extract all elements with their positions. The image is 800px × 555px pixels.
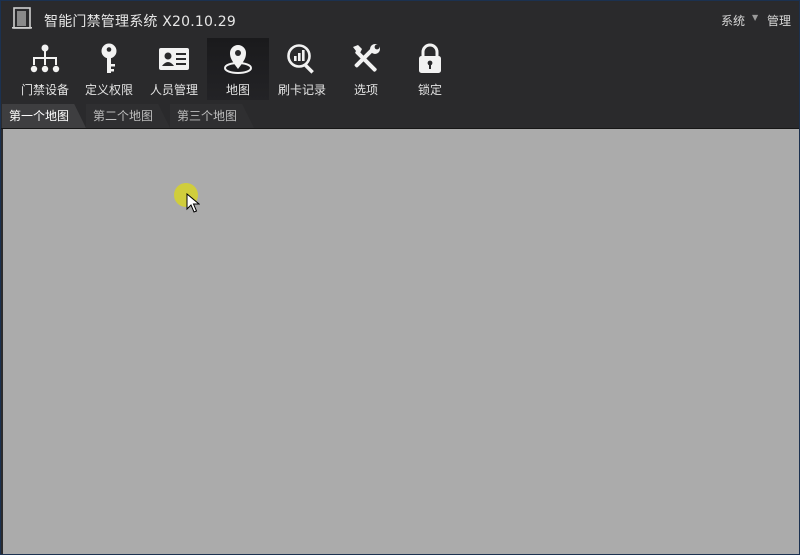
- chevron-down-icon[interactable]: ▼: [752, 13, 758, 22]
- mouse-pointer-icon: [186, 193, 200, 213]
- toolbar-card-records[interactable]: 刷卡记录: [271, 38, 333, 100]
- toolbar-map[interactable]: 地图: [207, 38, 269, 100]
- app-window: 智能门禁管理系统 X20.10.29 系统 ▼ 管理 门禁设备 定义权限 人员管…: [0, 0, 800, 555]
- toolbar-lock[interactable]: 锁定: [399, 38, 461, 100]
- toolbar-label: 刷卡记录: [277, 83, 326, 97]
- tools-icon: [353, 44, 380, 72]
- toolbar-label: 门禁设备: [20, 83, 69, 97]
- map-canvas[interactable]: [3, 129, 799, 554]
- toolbar-label: 地图: [225, 83, 250, 97]
- toolbar-label: 定义权限: [84, 83, 133, 97]
- menu-system[interactable]: 系统: [721, 12, 745, 29]
- title-bar: 智能门禁管理系统 X20.10.29 系统 ▼ 管理: [1, 1, 799, 37]
- search-chart-icon: [287, 44, 314, 74]
- map-pin-icon: [224, 45, 252, 74]
- menu-manage[interactable]: 管理: [767, 12, 791, 29]
- tab-map-3[interactable]: 第三个地图: [170, 104, 254, 128]
- lock-icon: [419, 43, 441, 73]
- toolbar-label: 锁定: [417, 83, 442, 97]
- org-chart-icon: [30, 44, 60, 73]
- tab-map-2[interactable]: 第二个地图: [86, 104, 170, 128]
- map-tab-bar: 第一个地图 第二个地图 第三个地图: [1, 102, 799, 129]
- toolbar-personnel[interactable]: 人员管理: [143, 38, 205, 100]
- key-icon: [101, 43, 117, 73]
- toolbar-label: 选项: [353, 83, 378, 97]
- toolbar-door-devices[interactable]: 门禁设备: [14, 38, 76, 100]
- id-card-icon: [159, 48, 189, 70]
- toolbar: 门禁设备 定义权限 人员管理 地图 刷卡记录 选项 锁定: [1, 37, 799, 102]
- app-title: 智能门禁管理系统 X20.10.29: [44, 14, 236, 30]
- toolbar-options[interactable]: 选项: [335, 38, 397, 100]
- door-icon: [12, 7, 32, 29]
- tab-map-1[interactable]: 第一个地图: [2, 104, 86, 128]
- toolbar-permissions[interactable]: 定义权限: [78, 38, 140, 100]
- toolbar-label: 人员管理: [149, 83, 198, 97]
